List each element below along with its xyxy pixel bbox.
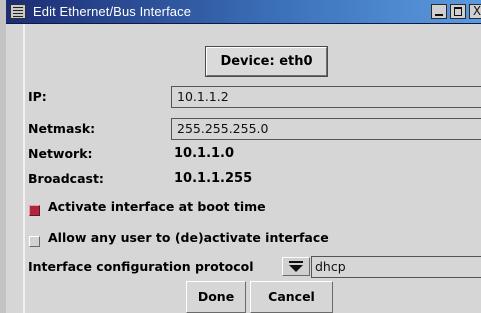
allow-any-user-label[interactable]: Allow any user to (de)activate interface: [48, 230, 329, 245]
broadcast-value: 10.1.1.255: [174, 171, 253, 186]
protocol-field[interactable]: dhcp: [311, 256, 481, 278]
cancel-button[interactable]: Cancel: [250, 281, 333, 313]
protocol-label: Interface configuration protocol: [28, 259, 254, 274]
allow-any-user-checkbox[interactable]: [29, 236, 40, 247]
window-frame: Edit Ethernet/Bus Interface X Device: et…: [0, 0, 481, 313]
close-icon[interactable]: X: [469, 4, 481, 19]
network-label: Network:: [28, 146, 93, 161]
maximize-icon[interactable]: [450, 4, 466, 19]
ip-field[interactable]: 10.1.1.2: [171, 86, 481, 108]
window-menu-icon[interactable]: [10, 4, 26, 19]
title-bar[interactable]: Edit Ethernet/Bus Interface X: [6, 0, 481, 24]
activate-boot-checkbox[interactable]: [29, 205, 40, 216]
minimize-icon[interactable]: [431, 4, 447, 19]
netmask-field[interactable]: 255.255.255.0: [171, 118, 481, 140]
done-button[interactable]: Done: [186, 281, 246, 313]
window-title: Edit Ethernet/Bus Interface: [33, 4, 192, 19]
broadcast-label: Broadcast:: [28, 171, 104, 186]
device-button[interactable]: Device: eth0: [206, 47, 327, 76]
protocol-dropdown-icon[interactable]: [282, 257, 310, 276]
netmask-label: Netmask:: [28, 121, 96, 136]
network-value: 10.1.1.0: [174, 146, 235, 161]
ip-label: IP:: [28, 89, 47, 104]
dialog-content: Device: eth0 IP: 10.1.1.2 Netmask: 255.2…: [23, 24, 481, 313]
activate-boot-label[interactable]: Activate interface at boot time: [48, 199, 266, 214]
